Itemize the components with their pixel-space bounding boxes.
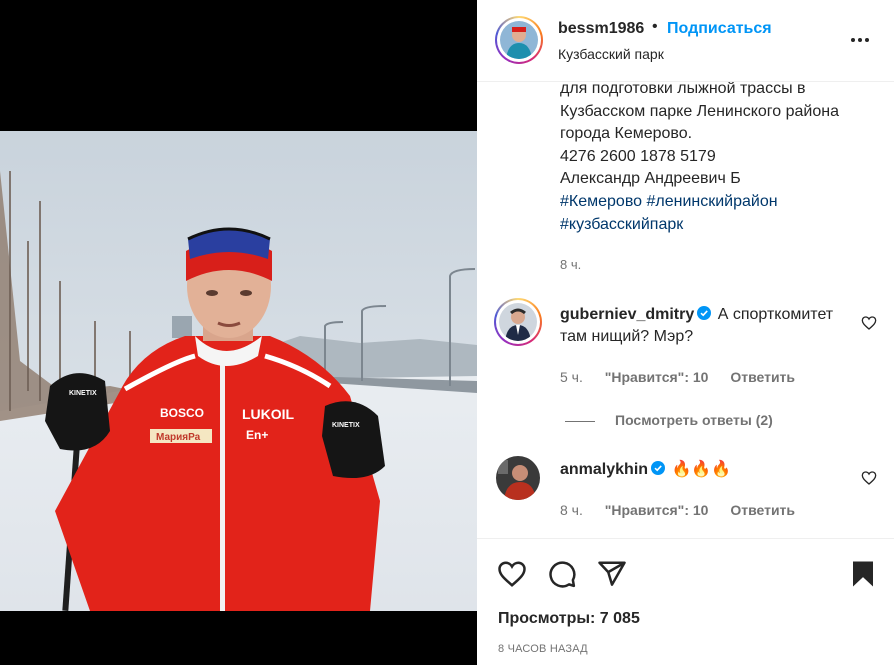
- glove-logo-right: KINETIX: [332, 422, 360, 429]
- heart-icon[interactable]: [497, 559, 527, 589]
- replies-divider: [565, 420, 595, 422]
- comment-text: 🔥🔥🔥: [671, 461, 732, 478]
- comment-likes[interactable]: "Нравится": 10: [605, 369, 709, 385]
- caption-line: Кузбасском парке Ленинского района: [560, 102, 839, 120]
- comment-username[interactable]: guberniev_dmitry: [560, 306, 694, 323]
- hashtag-link[interactable]: #кузбасскийпарк: [560, 216, 683, 233]
- commenter-avatar-image: [499, 303, 537, 341]
- author-username[interactable]: bessm1986: [558, 20, 644, 38]
- view-replies-label: Посмотреть ответы (2): [615, 412, 773, 428]
- author-avatar[interactable]: [495, 16, 543, 64]
- view-replies-button[interactable]: Посмотреть ответы (2): [565, 412, 773, 428]
- glove-logo-left: KINETIX: [69, 390, 97, 397]
- views-value: 7 085: [599, 610, 640, 627]
- post-sidebar: bessm1986 • Подписаться Кузбасский парк …: [477, 0, 894, 665]
- more-horizontal-icon[interactable]: [848, 28, 872, 52]
- comment-time: 5 ч.: [560, 369, 583, 385]
- jacket-logo-bosco: BOSCO: [160, 406, 204, 420]
- views-label[interactable]: Просмотры:: [498, 610, 595, 627]
- post-caption: для подготовки лыжной трассы в Кузбасско…: [560, 82, 880, 236]
- comment-icon[interactable]: [547, 559, 577, 589]
- comment-like-heart-icon[interactable]: [861, 315, 877, 331]
- instagram-post-view: BOSCO LUKOIL МарияРа Еn+ KINETIX KINETIX: [0, 0, 894, 665]
- hashtag-link[interactable]: #ленинскийрайон: [646, 193, 777, 210]
- caption-line: Александр Андреевич Б: [560, 170, 741, 188]
- follow-button[interactable]: Подписаться: [667, 20, 772, 38]
- jacket-logo-enplus: Еn+: [246, 428, 268, 442]
- comment-body: guberniev_dmitry А спорткомитет там нищи…: [560, 304, 850, 348]
- views-count: Просмотры: 7 085: [498, 610, 640, 628]
- author-avatar-image: [500, 21, 538, 59]
- media-area[interactable]: BOSCO LUKOIL МарияРа Еn+ KINETIX KINETIX: [0, 0, 477, 665]
- verified-badge-icon: [651, 461, 666, 475]
- caption-line: города Кемерово.: [560, 125, 693, 143]
- hashtag-link[interactable]: #Кемерово: [560, 193, 642, 210]
- post-header: bessm1986 • Подписаться Кузбасский парк: [477, 0, 894, 82]
- comment-username[interactable]: anmalykhin: [560, 461, 648, 478]
- comment-likes[interactable]: "Нравится": 10: [605, 502, 709, 518]
- comment-time: 8 ч.: [560, 502, 583, 518]
- caption-line: 4276 2600 1878 5179: [560, 147, 716, 165]
- post-location[interactable]: Кузбасский парк: [558, 46, 664, 62]
- post-actions: Просмотры: 7 085 8 ЧАСОВ НАЗАД: [477, 538, 894, 665]
- caption-line: для подготовки лыжной трассы в: [560, 82, 806, 97]
- jacket-logo-lukoil: LUKOIL: [242, 406, 295, 422]
- caption-hashtags: #кузбасскийпарк: [560, 214, 880, 237]
- comment-meta: 8 ч. "Нравится": 10 Ответить: [560, 502, 813, 518]
- comment-body: anmalykhin 🔥🔥🔥: [560, 459, 850, 481]
- verified-badge-icon: [697, 306, 712, 320]
- reply-button[interactable]: Ответить: [730, 369, 795, 385]
- comment-meta: 5 ч. "Нравится": 10 Ответить: [560, 369, 813, 385]
- bookmark-icon[interactable]: [848, 559, 878, 589]
- share-icon[interactable]: [597, 559, 627, 589]
- commenter-avatar[interactable]: [494, 298, 542, 346]
- header-separator: •: [652, 18, 658, 35]
- post-time-ago[interactable]: 8 ЧАСОВ НАЗАД: [498, 643, 588, 655]
- comments-list[interactable]: для подготовки лыжной трассы в Кузбасско…: [477, 82, 894, 538]
- post-video[interactable]: BOSCO LUKOIL МарияРа Еn+ KINETIX KINETIX: [0, 131, 477, 611]
- jacket-logo-sponsor: МарияРа: [156, 432, 201, 443]
- commenter-avatar-image: [496, 456, 540, 500]
- video-frame: BOSCO LUKOIL МарияРа Еn+ KINETIX KINETIX: [0, 131, 477, 611]
- caption-time: 8 ч.: [560, 257, 582, 272]
- comment-like-heart-icon[interactable]: [861, 470, 877, 486]
- commenter-avatar[interactable]: [496, 456, 540, 500]
- caption-hashtags: #Кемерово #ленинскийрайон: [560, 191, 880, 214]
- reply-button[interactable]: Ответить: [730, 502, 795, 518]
